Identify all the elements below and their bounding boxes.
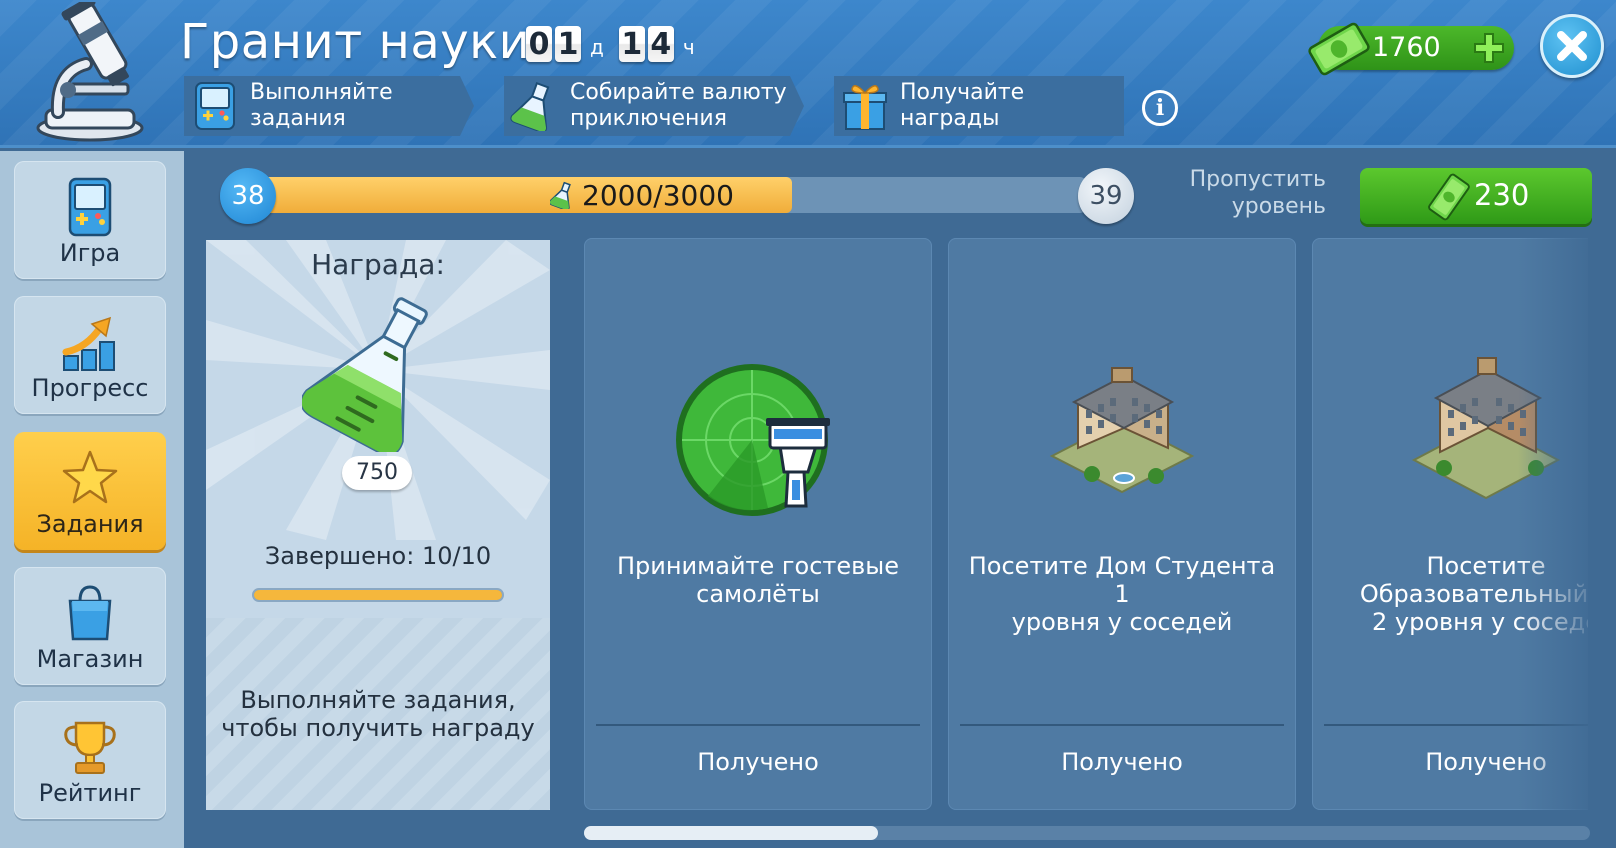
step-collect-currency: Собирайте валюту приключения bbox=[504, 76, 804, 136]
reward-title: Награда: bbox=[311, 248, 445, 281]
step-complete-tasks: Выполняйте задания bbox=[184, 76, 474, 136]
tasks-completed-fill bbox=[254, 590, 502, 600]
card-divider bbox=[596, 724, 920, 726]
reward-hint-area: Выполняйте задания, чтобы получить награ… bbox=[206, 618, 550, 810]
cash-icon bbox=[1308, 22, 1370, 76]
sidebar: Игра Прогресс Задания Магазин Рейтинг bbox=[0, 151, 184, 848]
current-level-badge: 38 bbox=[220, 168, 276, 224]
skip-level-button[interactable]: 230 bbox=[1360, 168, 1592, 224]
sidebar-item-label: Прогресс bbox=[31, 374, 149, 402]
flask-icon bbox=[550, 181, 571, 209]
sidebar-item-label: Игра bbox=[59, 239, 121, 267]
reward-panel: Награда: 750 Завершено: 10/10 Выполняйте… bbox=[206, 240, 550, 810]
tasks-completed-count: Завершено: 10/10 bbox=[264, 542, 492, 570]
sidebar-item-label: Задания bbox=[36, 510, 144, 538]
trophy-icon bbox=[64, 721, 116, 774]
task-title: Принимайте гостевые самолёты bbox=[616, 552, 900, 608]
close-icon bbox=[1557, 31, 1587, 61]
next-level-badge: 39 bbox=[1078, 168, 1134, 224]
task-status: Получено bbox=[697, 748, 819, 776]
timer-digit: 0 bbox=[526, 26, 552, 62]
close-button[interactable] bbox=[1540, 14, 1604, 78]
timer-digit: 4 bbox=[647, 26, 674, 62]
info-button[interactable]: i bbox=[1142, 90, 1178, 126]
cards-scrollbar[interactable] bbox=[584, 826, 1590, 840]
cards-scrollbar-thumb[interactable] bbox=[584, 826, 878, 840]
flask-icon bbox=[302, 297, 428, 452]
timer-hours-unit: ч bbox=[682, 35, 695, 59]
skip-level-label: Пропустить уровень bbox=[1189, 167, 1326, 219]
gift-icon bbox=[843, 85, 887, 130]
microscope-icon bbox=[36, 2, 144, 142]
timer-digit: 1 bbox=[555, 26, 581, 62]
sidebar-item-game[interactable]: Игра bbox=[14, 161, 166, 279]
level-progress-value: 2000/3000 bbox=[550, 177, 734, 213]
event-title: Гранит науки bbox=[180, 14, 531, 70]
task-title: Посетите Образовательный ц 2 уровня у со… bbox=[1359, 552, 1588, 636]
task-cards: Принимайте гостевые самолёты Получено По… bbox=[584, 238, 1588, 812]
student-house-icon bbox=[1049, 367, 1195, 494]
sidebar-item-label: Рейтинг bbox=[38, 779, 142, 807]
sidebar-item-shop[interactable]: Магазин bbox=[14, 567, 166, 685]
progress-chart-icon bbox=[62, 316, 115, 371]
card-divider bbox=[1324, 724, 1588, 726]
step-get-rewards: Получайте награды bbox=[834, 76, 1124, 136]
timer-digit: 1 bbox=[618, 26, 645, 62]
event-timer: 0 1 д 1 4 ч bbox=[526, 26, 707, 62]
card-divider bbox=[960, 724, 1284, 726]
step-label: Получайте награды bbox=[900, 80, 1025, 131]
skip-level-cost: 230 bbox=[1474, 178, 1530, 212]
cash-amount: 1760 bbox=[1372, 32, 1441, 63]
timer-days-unit: д bbox=[590, 35, 604, 59]
task-card[interactable]: Посетите Образовательный ц 2 уровня у со… bbox=[1312, 238, 1588, 810]
tasks-completed-bar bbox=[252, 588, 504, 602]
info-icon: i bbox=[1155, 95, 1165, 121]
radar-tower-icon bbox=[676, 364, 830, 516]
task-title: Посетите Дом Студента 1 уровня у соседей bbox=[968, 552, 1276, 636]
star-icon bbox=[62, 450, 118, 504]
cash-icon bbox=[1428, 173, 1470, 221]
education-center-icon bbox=[1411, 357, 1561, 500]
gamepad-icon bbox=[68, 177, 112, 237]
task-status: Получено bbox=[1061, 748, 1183, 776]
sidebar-item-label: Магазин bbox=[36, 645, 144, 673]
sidebar-item-tasks[interactable]: Задания bbox=[14, 432, 166, 550]
shopping-bag-icon bbox=[68, 585, 112, 641]
flask-icon bbox=[510, 81, 560, 131]
task-card[interactable]: Посетите Дом Студента 1 уровня у соседей… bbox=[948, 238, 1296, 810]
plus-icon[interactable] bbox=[1472, 31, 1506, 65]
event-header: Гранит науки 0 1 д 1 4 ч Выполняйте зада… bbox=[0, 0, 1616, 148]
reward-amount: 750 bbox=[342, 456, 412, 490]
gamepad-icon bbox=[190, 81, 240, 131]
sidebar-item-rating[interactable]: Рейтинг bbox=[14, 701, 166, 819]
step-label: Выполняйте задания bbox=[250, 80, 393, 131]
step-label: Собирайте валюту приключения bbox=[570, 80, 787, 131]
level-progress-text: 2000/3000 bbox=[582, 178, 734, 212]
reward-hint: Выполняйте задания, чтобы получить награ… bbox=[221, 686, 535, 742]
task-card[interactable]: Принимайте гостевые самолёты Получено bbox=[584, 238, 932, 810]
sidebar-item-progress[interactable]: Прогресс bbox=[14, 296, 166, 414]
task-status: Получено bbox=[1425, 748, 1547, 776]
